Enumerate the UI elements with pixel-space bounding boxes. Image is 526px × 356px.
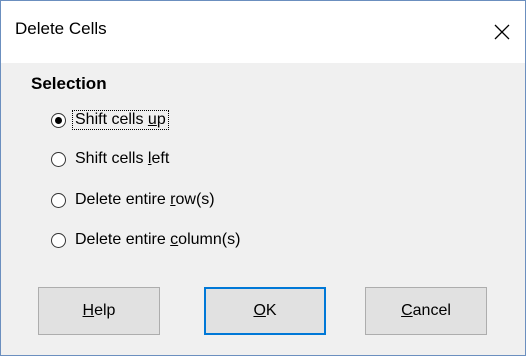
radio-button[interactable]	[51, 151, 66, 167]
radio-label: Shift cells up	[72, 110, 169, 130]
radio-button[interactable]	[51, 192, 66, 208]
radio-shift-cells-left[interactable]: Shift cells left	[51, 146, 171, 172]
help-button[interactable]: Help	[38, 287, 160, 335]
delete-cells-dialog: Delete Cells Selection Shift cells up Sh…	[0, 0, 526, 356]
radio-delete-entire-rows[interactable]: Delete entire row(s)	[51, 187, 217, 213]
dialog-title: Delete Cells	[15, 19, 107, 38]
radio-button[interactable]	[51, 112, 66, 128]
radio-label: Delete entire row(s)	[75, 191, 215, 208]
radio-shift-cells-up[interactable]: Shift cells up	[51, 107, 169, 133]
close-icon	[494, 24, 510, 40]
radio-label: Shift cells left	[75, 150, 170, 167]
close-button[interactable]	[479, 9, 525, 55]
radio-label: Delete entire column(s)	[75, 231, 241, 248]
selection-label: Selection	[31, 74, 107, 93]
title-bar: Delete Cells	[1, 1, 525, 63]
radio-selected-dot	[55, 116, 62, 124]
radio-button[interactable]	[51, 232, 66, 248]
radio-delete-entire-columns[interactable]: Delete entire column(s)	[51, 227, 242, 253]
ok-button[interactable]: OK	[204, 287, 326, 335]
cancel-button[interactable]: Cancel	[365, 287, 487, 335]
